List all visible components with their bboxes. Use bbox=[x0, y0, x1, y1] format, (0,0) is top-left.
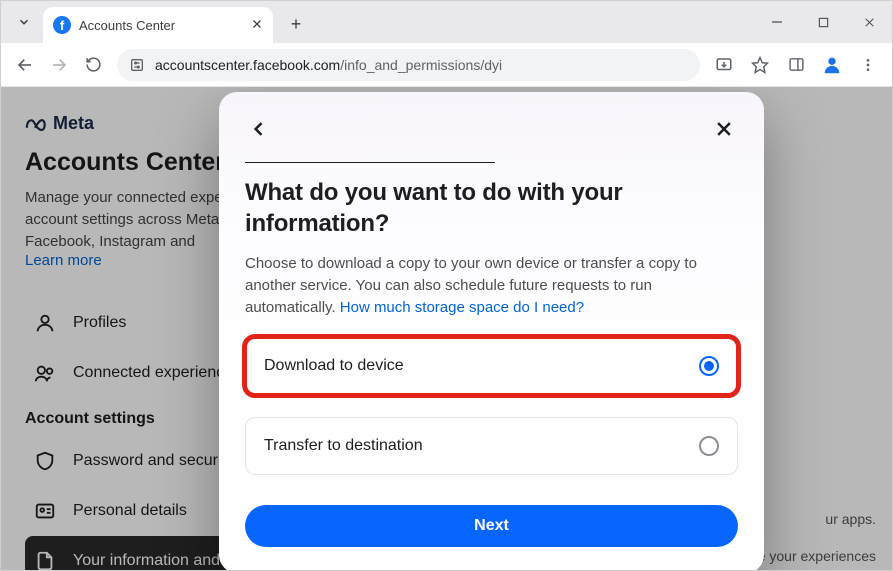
dialog-title: What do you want to do with your informa… bbox=[245, 177, 738, 239]
browser-tab[interactable]: f Accounts Center bbox=[43, 7, 273, 43]
radio-unselected-icon bbox=[699, 436, 719, 456]
dialog-description: Choose to download a copy to your own de… bbox=[245, 253, 738, 318]
option-label: Transfer to destination bbox=[264, 437, 423, 455]
facebook-favicon: f bbox=[53, 16, 71, 34]
address-bar[interactable]: accountscenter.facebook.com/info_and_per… bbox=[117, 49, 700, 81]
profile-button[interactable] bbox=[816, 49, 848, 81]
window-controls bbox=[754, 1, 892, 43]
sidepanel-icon[interactable] bbox=[780, 49, 812, 81]
reload-button[interactable] bbox=[77, 49, 109, 81]
maximize-button[interactable] bbox=[800, 1, 846, 43]
back-button[interactable] bbox=[9, 49, 41, 81]
tab-title: Accounts Center bbox=[79, 18, 243, 33]
option-transfer-to-destination[interactable]: Transfer to destination bbox=[245, 417, 738, 475]
minimize-button[interactable] bbox=[754, 1, 800, 43]
browser-toolbar: accountscenter.facebook.com/info_and_per… bbox=[1, 43, 892, 87]
url-domain: accountscenter.facebook.com bbox=[155, 57, 340, 73]
url-path: /info_and_permissions/dyi bbox=[340, 57, 502, 73]
chrome-menu-icon[interactable] bbox=[852, 49, 884, 81]
close-tab-button[interactable] bbox=[251, 17, 263, 33]
tab-search-button[interactable] bbox=[9, 7, 39, 37]
browser-tabstrip: f Accounts Center + bbox=[1, 1, 892, 43]
dialog-close-button[interactable] bbox=[710, 115, 738, 143]
radio-selected-icon bbox=[699, 356, 719, 376]
bookmark-icon[interactable] bbox=[744, 49, 776, 81]
option-label: Download to device bbox=[264, 357, 404, 375]
install-app-icon[interactable] bbox=[708, 49, 740, 81]
forward-button[interactable] bbox=[43, 49, 75, 81]
option-download-to-device[interactable]: Download to device bbox=[245, 337, 738, 395]
new-tab-button[interactable]: + bbox=[281, 9, 311, 39]
next-button[interactable]: Next bbox=[245, 505, 738, 547]
dialog-back-button[interactable] bbox=[245, 115, 273, 143]
window-close-button[interactable] bbox=[846, 1, 892, 43]
dialog-divider bbox=[245, 162, 495, 163]
storage-help-link[interactable]: How much storage space do I need? bbox=[340, 299, 584, 316]
site-settings-icon bbox=[129, 57, 145, 73]
dyi-dialog: What do you want to do with your informa… bbox=[219, 92, 764, 570]
